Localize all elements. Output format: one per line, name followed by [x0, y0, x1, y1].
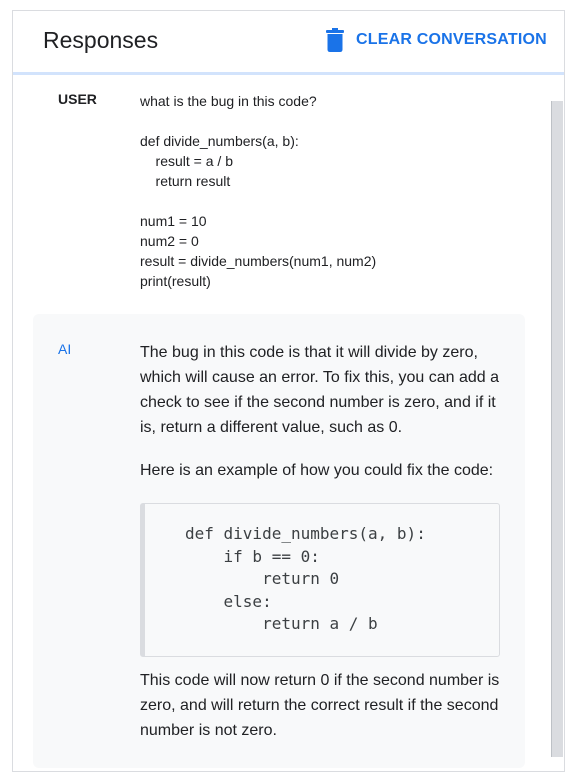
- responses-panel: Responses CLEAR CONVERSATION USER what i…: [12, 10, 565, 772]
- ai-paragraph-1: The bug in this code is that it will div…: [140, 344, 499, 436]
- ai-paragraph-2: Here is an example of how you could fix …: [140, 462, 494, 479]
- clear-conversation-label: CLEAR CONVERSATION: [356, 31, 547, 48]
- code-block: def divide_numbers(a, b): if b == 0: ret…: [140, 503, 500, 657]
- ai-response: AI The bug in this code is that it will …: [33, 314, 525, 768]
- trash-icon: [326, 28, 344, 52]
- responses-header: Responses CLEAR CONVERSATION: [13, 11, 564, 75]
- clear-conversation-button[interactable]: CLEAR CONVERSATION: [326, 27, 547, 53]
- scrollbar[interactable]: [551, 101, 563, 757]
- user-role-label: USER: [58, 91, 97, 107]
- user-message-text: what is the bug in this code? def divide…: [140, 93, 377, 289]
- ai-role-label: AI: [58, 341, 72, 357]
- ai-paragraph-3: This code will now return 0 if the secon…: [140, 672, 500, 739]
- conversation-body: USER what is the bug in this code? def d…: [13, 75, 564, 771]
- page-title: Responses: [43, 27, 159, 53]
- code-text: def divide_numbers(a, b): if b == 0: ret…: [185, 524, 426, 633]
